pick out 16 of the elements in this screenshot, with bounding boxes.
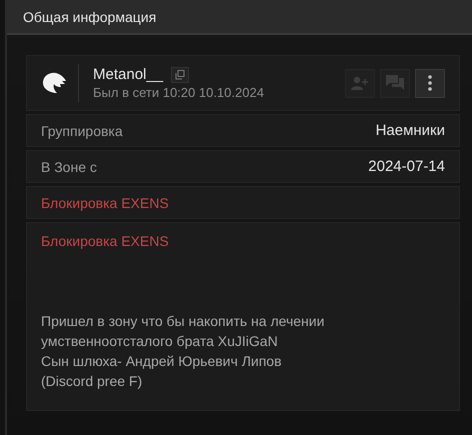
- add-person-icon: [351, 76, 369, 90]
- section-title: Общая информация: [23, 8, 156, 24]
- copy-button[interactable]: [171, 66, 190, 82]
- copy-icon: [175, 70, 186, 80]
- more-button[interactable]: [415, 68, 445, 98]
- last-seen: Был в сети 10:20 10.10.2024: [93, 85, 265, 100]
- more-icon: [428, 75, 432, 91]
- chat-icon: [386, 75, 404, 91]
- ban-label: Блокировка EXENS: [41, 194, 169, 210]
- field-value: 2024-07-14: [368, 158, 445, 175]
- status-text: Пришел в зону что бы накопить на лечении умственноотсталого брата XuJIiGaN Сын шлюха- Андрей Юрьевич Липов (Discord pree F): [41, 312, 324, 391]
- field-label: Группировка: [41, 122, 123, 138]
- field-label: В Зоне с: [41, 158, 97, 174]
- player-name: Metanol__: [93, 66, 164, 83]
- status-title: Блокировка EXENS: [41, 233, 169, 249]
- field-value: Наемники: [376, 122, 445, 139]
